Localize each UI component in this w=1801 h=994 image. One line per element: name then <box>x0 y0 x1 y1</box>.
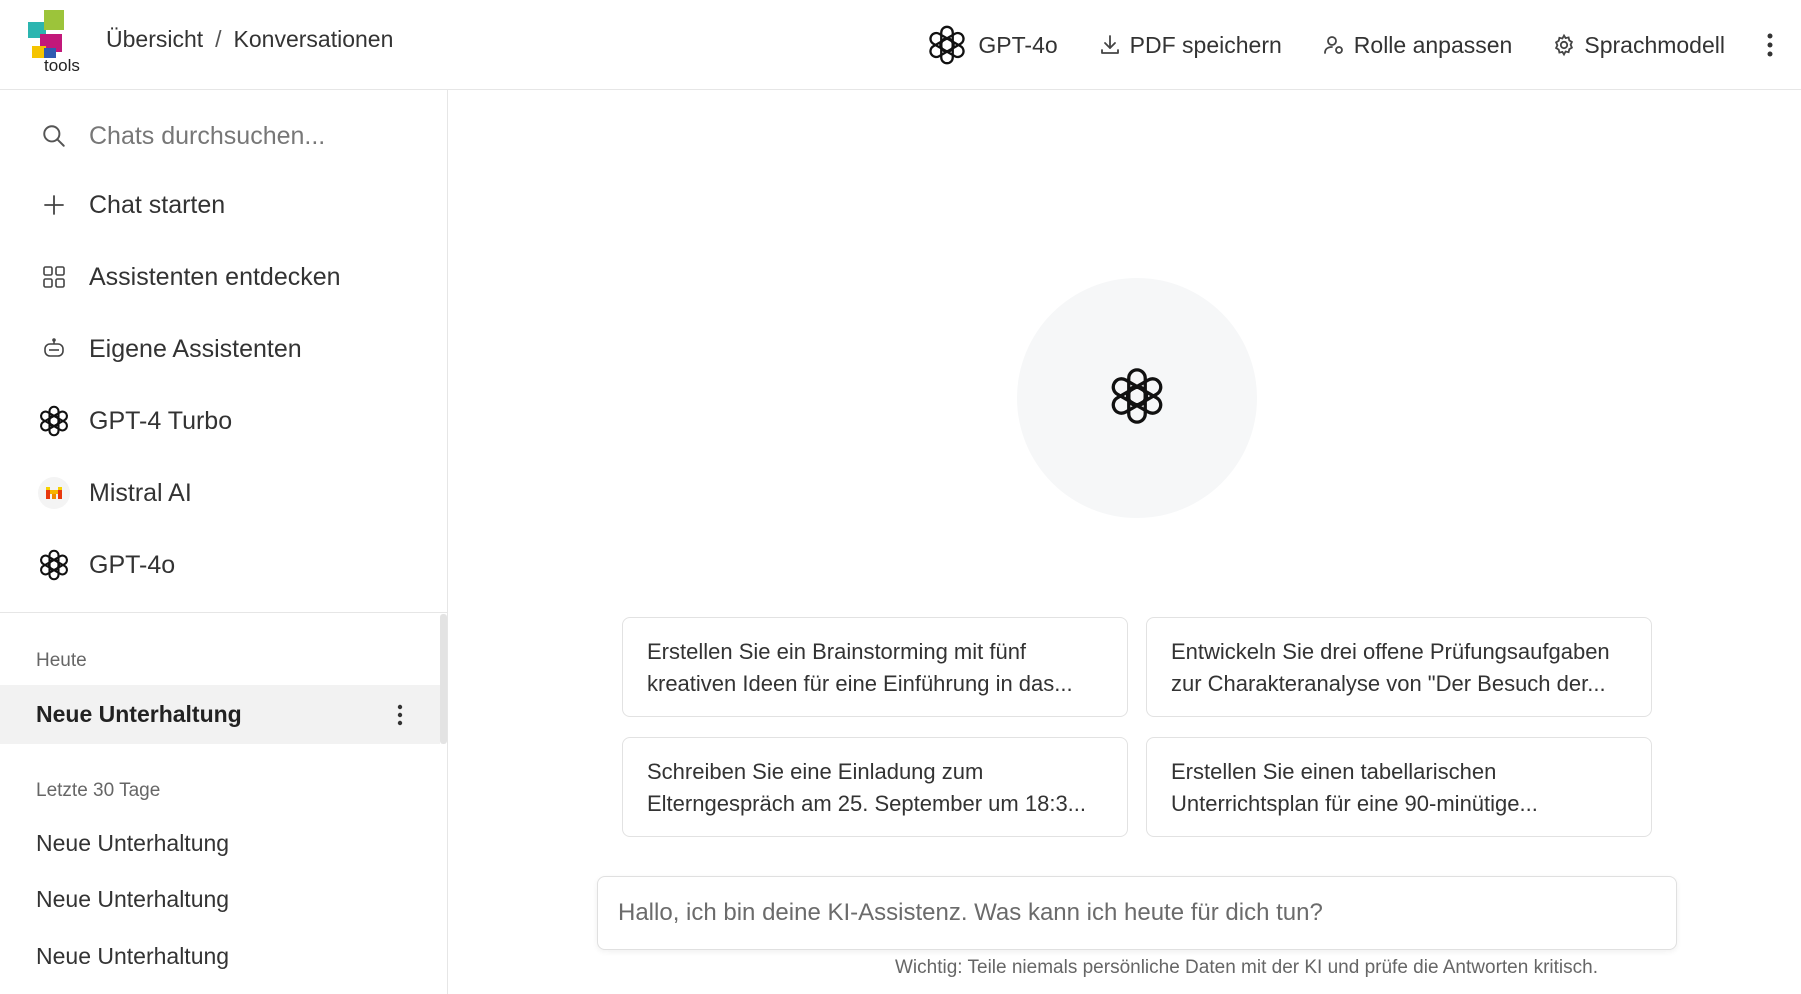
logo-text: tools <box>44 56 80 75</box>
suggestion-card[interactable]: Erstellen Sie einen tabellarischen Unter… <box>1146 737 1652 837</box>
sidebar-item-start-chat[interactable]: Chat starten <box>36 185 225 225</box>
conversation-title: Neue Unterhaltung <box>36 701 242 727</box>
vertical-dots-icon <box>1765 32 1775 58</box>
conversation-menu-icon[interactable] <box>396 704 404 731</box>
grid-icon <box>36 259 72 295</box>
openai-icon <box>924 22 970 68</box>
group-label-today: Heute <box>36 650 87 671</box>
more-menu-button[interactable] <box>1765 32 1775 58</box>
suggestion-line: Entwickeln Sie drei offene Prüfungsaufga… <box>1171 639 1610 664</box>
save-pdf-button[interactable]: PDF speichern <box>1098 32 1282 59</box>
message-input[interactable] <box>598 877 1676 949</box>
top-header: tools Übersicht / Konversationen GPT-4o … <box>0 0 1801 90</box>
plus-icon <box>36 187 72 223</box>
search-icon <box>36 118 72 154</box>
sidebar-divider <box>0 612 448 613</box>
language-model-label: Sprachmodell <box>1584 31 1725 58</box>
breadcrumb-conversations[interactable]: Konversationen <box>234 26 394 53</box>
openai-icon <box>36 403 72 439</box>
sidebar-item-label: Chat starten <box>89 190 226 219</box>
chat-search-placeholder: Chats durchsuchen... <box>89 121 326 150</box>
language-model-button[interactable]: Sprachmodell <box>1552 32 1725 59</box>
suggestion-line: Schreiben Sie eine Einladung zum <box>647 759 984 784</box>
sidebar-item-label: Mistral AI <box>89 478 192 507</box>
adjust-role-label: Rolle anpassen <box>1353 31 1513 58</box>
sidebar-item-gpt4o[interactable]: GPT-4o <box>36 545 175 585</box>
save-pdf-label: PDF speichern <box>1129 31 1282 58</box>
sidebar-item-discover-assistants[interactable]: Assistenten entdecken <box>36 257 341 297</box>
sidebar-item-own-assistants[interactable]: Eigene Assistenten <box>36 329 302 369</box>
suggestion-line: Erstellen Sie ein Brainstorming mit fünf <box>647 639 1027 664</box>
chat-search[interactable]: Chats durchsuchen... <box>36 116 325 156</box>
sidebar-item-label: GPT-4 Turbo <box>89 406 233 435</box>
suggestion-line: zur Charakteranalyse von "Der Besuch der… <box>1171 671 1606 696</box>
suggestion-line: Elterngespräch am 25. September um 18:3.… <box>647 791 1087 816</box>
breadcrumb: Übersicht / Konversationen <box>106 26 393 53</box>
mistral-icon <box>36 475 72 511</box>
sidebar-scrollbar[interactable] <box>440 614 447 744</box>
conversation-item[interactable]: Neue Unterhaltung <box>36 943 229 970</box>
message-composer[interactable] <box>597 876 1677 950</box>
current-model-label: GPT-4o <box>978 31 1058 58</box>
suggestion-card[interactable]: Erstellen Sie ein Brainstorming mit fünf… <box>622 617 1128 717</box>
sidebar-item-mistral[interactable]: Mistral AI <box>36 473 192 513</box>
sidebar-item-label: Eigene Assistenten <box>89 334 302 363</box>
disclaimer-text: Wichtig: Teile niemals persönliche Daten… <box>895 957 1598 978</box>
sidebar-item-label: GPT-4o <box>89 550 176 579</box>
adjust-role-button[interactable]: Rolle anpassen <box>1322 31 1513 59</box>
download-icon <box>1098 33 1122 57</box>
suggestion-line: Unterrichtsplan für eine 90-minütige... <box>1171 791 1538 816</box>
gear-icon <box>1552 33 1576 57</box>
robot-icon <box>36 331 72 367</box>
model-avatar <box>1017 278 1257 518</box>
tools-logo[interactable]: tools <box>28 10 86 76</box>
breadcrumb-separator: / <box>215 26 222 52</box>
sidebar: Chats durchsuchen... Chat starten Assist… <box>0 90 448 994</box>
current-model[interactable]: GPT-4o <box>924 22 1058 68</box>
suggestion-line: Erstellen Sie einen tabellarischen <box>1171 759 1497 784</box>
conversation-item[interactable]: Neue Unterhaltung <box>36 830 229 857</box>
conversation-item-active[interactable]: Neue Unterhaltung <box>0 685 440 744</box>
openai-icon <box>1104 363 1170 434</box>
suggestion-line: kreativen Ideen für eine Einführung in d… <box>647 671 1073 696</box>
suggestion-card[interactable]: Entwickeln Sie drei offene Prüfungsaufga… <box>1146 617 1652 717</box>
sidebar-item-gpt4-turbo[interactable]: GPT-4 Turbo <box>36 401 232 441</box>
suggestion-card[interactable]: Schreiben Sie eine Einladung zum Elterng… <box>622 737 1128 837</box>
user-gear-icon <box>1322 33 1346 57</box>
conversation-item[interactable]: Neue Unterhaltung <box>36 886 229 913</box>
breadcrumb-overview[interactable]: Übersicht <box>106 26 203 53</box>
group-label-last-30-days: Letzte 30 Tage <box>36 780 161 801</box>
openai-icon <box>36 547 72 583</box>
sidebar-item-label: Assistenten entdecken <box>89 262 341 291</box>
